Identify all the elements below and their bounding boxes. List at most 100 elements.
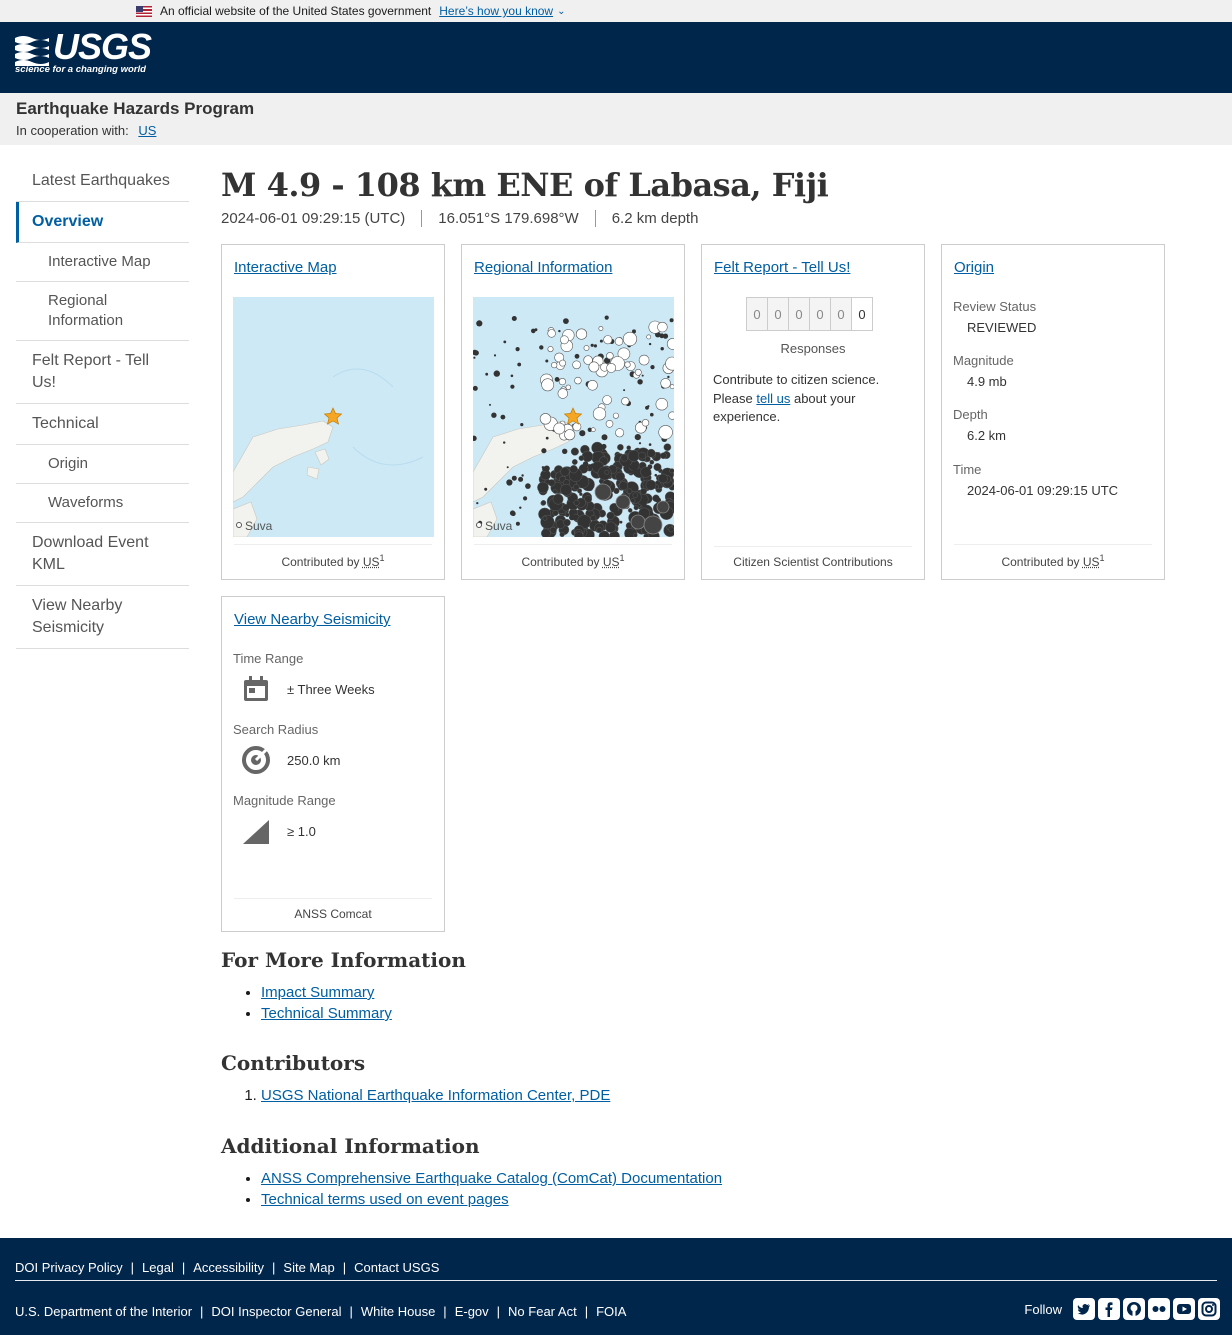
nav-waveforms[interactable]: Waveforms — [16, 484, 189, 523]
card-origin-title[interactable]: Origin — [954, 259, 994, 276]
seismicity-dot — [590, 343, 594, 347]
nav-felt-report[interactable]: Felt Report - Tell Us! — [16, 341, 189, 404]
seismicity-dot — [604, 315, 609, 320]
seismicity-dot — [631, 470, 635, 473]
seismicity-dot — [638, 354, 650, 366]
card-nearby-seismicity[interactable]: View Nearby Seismicity Time Range ± Thre… — [221, 596, 445, 932]
twitter-icon[interactable] — [1073, 1298, 1095, 1320]
footer-legal-link[interactable]: Legal — [142, 1260, 174, 1275]
footer-no-fear-act-link[interactable]: No Fear Act — [508, 1304, 577, 1319]
seismicity-dot — [562, 448, 568, 454]
gov-banner: An official website of the United States… — [0, 0, 1232, 22]
footer-egov-link[interactable]: E-gov — [455, 1304, 489, 1319]
card-origin-contributor: Contributed by US1 — [954, 544, 1152, 569]
seismicity-dot — [552, 489, 558, 494]
technical-summary-link[interactable]: Technical Summary — [261, 1005, 392, 1022]
seismicity-dot — [503, 340, 507, 344]
seismicity-dot — [587, 380, 598, 391]
regional-city-label: Suva — [485, 519, 513, 533]
facebook-icon[interactable] — [1098, 1298, 1120, 1320]
seismicity-dot — [565, 384, 572, 391]
seismicity-dot — [564, 512, 570, 518]
map-city-label: Suva — [245, 519, 273, 533]
card-interactive-map-title[interactable]: Interactive Map — [234, 259, 337, 276]
regional-map-thumbnail[interactable]: Suva — [473, 297, 674, 537]
nav-regional-information[interactable]: Regional Information — [16, 282, 189, 341]
origin-review-status: Review Status REVIEWED — [953, 299, 1037, 335]
flickr-icon[interactable] — [1148, 1298, 1170, 1320]
footer-sitemap-link[interactable]: Site Map — [283, 1260, 334, 1275]
seismicity-dot — [597, 466, 612, 481]
seismicity-dot — [506, 479, 513, 486]
footer-accessibility-link[interactable]: Accessibility — [193, 1260, 264, 1275]
github-icon[interactable] — [1123, 1298, 1145, 1320]
seismicity-dot — [617, 443, 624, 451]
footer-foia-link[interactable]: FOIA — [596, 1304, 626, 1319]
nav-technical[interactable]: Technical — [16, 404, 189, 445]
contributors-title: Contributors — [221, 1051, 366, 1075]
comcat-documentation-link[interactable]: ANSS Comprehensive Earthquake Catalog (C… — [261, 1170, 722, 1187]
felt-response-counter: 0 0 0 0 0 0 — [746, 297, 873, 331]
cooperation-line: In cooperation with: US — [16, 123, 1216, 138]
seismicity-dot — [579, 430, 586, 437]
nav-download-kml[interactable]: Download Event KML — [16, 523, 189, 586]
seismicity-dot — [503, 441, 506, 444]
seismicity-dot — [591, 427, 596, 432]
nav-interactive-map[interactable]: Interactive Map — [16, 243, 189, 282]
nav-origin[interactable]: Origin — [16, 445, 189, 484]
seismicity-dot — [531, 328, 536, 334]
technical-terms-link[interactable]: Technical terms used on event pages — [261, 1191, 509, 1208]
more-information-section: For More Information Impact Summary Tech… — [221, 948, 466, 1024]
event-sidebar-nav: Latest Earthquakes Overview Interactive … — [16, 161, 189, 649]
impact-summary-link[interactable]: Impact Summary — [261, 984, 374, 1001]
nav-overview[interactable]: Overview — [16, 202, 189, 243]
card-felt-title[interactable]: Felt Report - Tell Us! — [714, 259, 850, 276]
event-coordinates: 16.051°S 179.698°W — [421, 210, 594, 227]
seismicity-dot — [511, 475, 517, 481]
seismicity-dot — [615, 494, 631, 510]
usgs-logo[interactable]: USGS science for a changing world — [15, 26, 152, 78]
footer-inspector-general-link[interactable]: DOI Inspector General — [211, 1304, 341, 1319]
site-footer: DOI Privacy Policy | Legal | Accessibility… — [0, 1238, 1232, 1335]
main-content: M 4.9 - 108 km ENE of Labasa, Fiji 2024-… — [221, 166, 1201, 1208]
instagram-icon[interactable] — [1198, 1298, 1220, 1320]
seismicity-dot — [598, 326, 604, 331]
seismicity-dot — [582, 461, 589, 467]
nav-latest-earthquakes[interactable]: Latest Earthquakes — [16, 161, 189, 202]
event-meta: 2024-06-01 09:29:15 (UTC) 16.051°S 179.6… — [221, 210, 1201, 227]
footer-white-house-link[interactable]: White House — [361, 1304, 435, 1319]
card-seismicity-foot: ANSS Comcat — [234, 898, 432, 921]
footer-contact-link[interactable]: Contact USGS — [354, 1260, 439, 1275]
heres-how-you-know-link[interactable]: Here’s how you know — [439, 4, 553, 18]
card-regional-information[interactable]: Regional Information Suva Contributed by… — [461, 244, 685, 580]
seismicity-time-range: Time Range ± Three Weeks — [233, 651, 375, 704]
nav-nearby-seismicity[interactable]: View Nearby Seismicity — [16, 586, 189, 649]
card-interactive-map[interactable]: Interactive Map Suva Contributed by US1 — [221, 244, 445, 580]
program-title[interactable]: Earthquake Hazards Program — [16, 99, 1216, 119]
card-felt-report[interactable]: Felt Report - Tell Us! 0 0 0 0 0 0 Respo… — [701, 244, 925, 580]
seismicity-dot — [588, 361, 600, 373]
counter-digit: 0 — [851, 297, 873, 331]
counter-digit: 0 — [830, 297, 852, 331]
cooperation-link-us[interactable]: US — [138, 123, 156, 138]
seismicity-dot — [644, 456, 651, 462]
footer-doi-link[interactable]: U.S. Department of the Interior — [15, 1304, 192, 1319]
seismicity-dot — [572, 422, 582, 432]
footer-privacy-link[interactable]: DOI Privacy Policy — [15, 1260, 123, 1275]
card-regional-title[interactable]: Regional Information — [474, 259, 612, 276]
seismicity-dot — [630, 498, 636, 503]
magnitude-ramp-icon — [243, 820, 269, 844]
card-seismicity-title[interactable]: View Nearby Seismicity — [234, 611, 390, 628]
chevron-down-icon[interactable]: ⌄ — [557, 6, 565, 17]
seismicity-dot — [521, 474, 524, 477]
seismicity-dot — [570, 447, 579, 456]
interactive-map-thumbnail[interactable]: Suva — [233, 297, 434, 537]
seismicity-dot — [650, 412, 654, 417]
youtube-icon[interactable] — [1173, 1298, 1195, 1320]
tell-us-link[interactable]: tell us — [756, 391, 790, 406]
origin-depth: Depth 6.2 km — [953, 407, 1007, 443]
seismicity-dot — [655, 397, 669, 411]
card-origin[interactable]: Origin Review Status REVIEWED Magnitude … — [941, 244, 1165, 580]
seismicity-dot — [622, 331, 638, 347]
contributor-neic-link[interactable]: USGS National Earthquake Information Cen… — [261, 1087, 610, 1104]
